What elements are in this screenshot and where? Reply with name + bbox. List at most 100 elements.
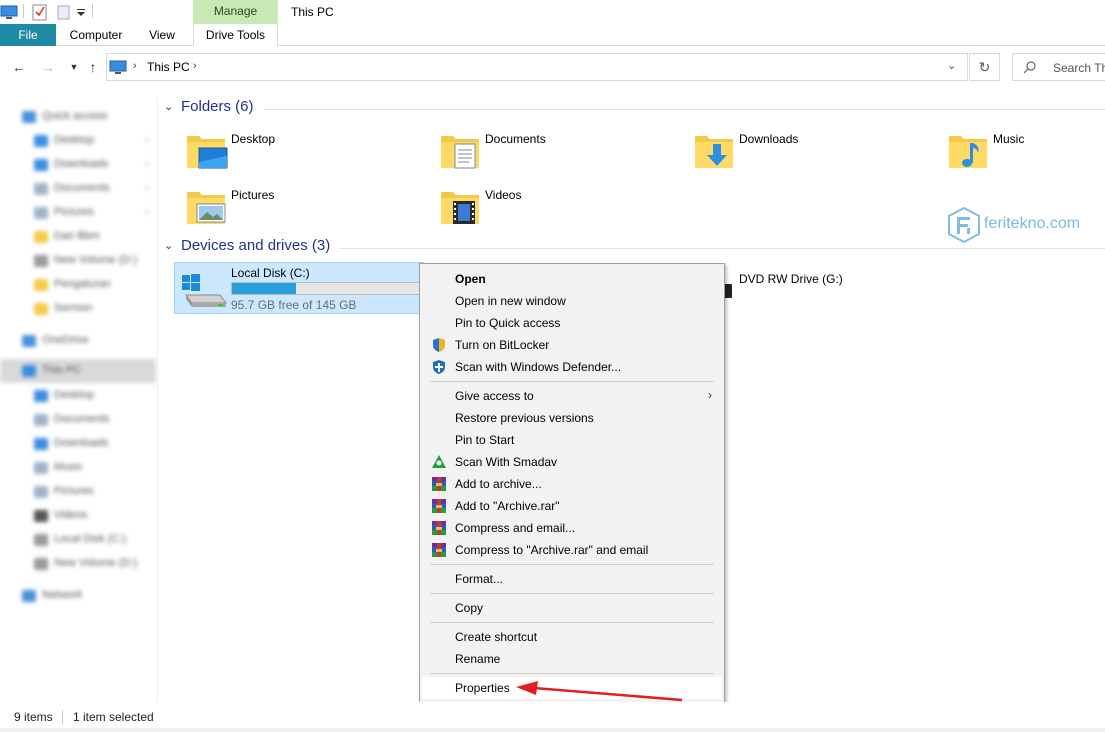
devices-group-title: Devices and drives (3)	[181, 237, 331, 254]
sidebar-item[interactable]: Desktop	[0, 384, 156, 408]
menu-separator	[430, 593, 714, 594]
menu-item-compress-to-archive-rar-and-email[interactable]: Compress to "Archive.rar" and email	[422, 539, 722, 561]
breadcrumb-this-pc[interactable]: This PC	[147, 60, 190, 74]
music-icon	[34, 462, 48, 474]
pin-icon[interactable]: ›	[146, 182, 149, 192]
chevron-down-icon[interactable]: ⌄	[947, 59, 961, 75]
sidebar-item[interactable]: Network	[0, 584, 156, 608]
menu-item-open[interactable]: Open	[422, 268, 722, 290]
menu-separator	[430, 622, 714, 623]
sidebar-item-label: Desktop	[54, 389, 95, 401]
menu-item-pin-to-start[interactable]: Pin to Start	[422, 429, 722, 451]
back-arrow-icon[interactable]: ←	[11, 59, 27, 75]
sidebar-item[interactable]: New Volume (D:)	[0, 552, 156, 576]
drive-free-space: 95.7 GB free of 145 GB	[231, 298, 357, 312]
drive-name[interactable]: DVD RW Drive (G:)	[739, 272, 843, 286]
chevron-down-icon[interactable]: ⌄	[164, 239, 173, 252]
desktop-icon	[34, 135, 48, 147]
pin-icon[interactable]: ›	[146, 134, 149, 144]
folder-music[interactable]: Music	[920, 124, 1105, 176]
winrar-icon	[431, 498, 447, 514]
menu-item-scan-with-windows-defender[interactable]: Scan with Windows Defender...	[422, 356, 722, 378]
folder-videos[interactable]: Videos	[412, 180, 662, 232]
sidebar-item-label: New Volume (D:)	[54, 254, 138, 266]
sidebar-item[interactable]: Sermon	[0, 297, 156, 321]
breadcrumb-chevron-icon[interactable]: ›	[193, 60, 197, 72]
window-bottom-edge	[0, 728, 1105, 732]
recent-locations-icon[interactable]: ▼	[66, 59, 82, 75]
search-input[interactable]: Search Th	[1012, 53, 1105, 81]
menu-item-give-access-to[interactable]: Give access to ›	[422, 385, 722, 407]
tab-computer[interactable]: Computer	[62, 24, 130, 46]
disk-usage-fill	[232, 283, 296, 294]
pc-icon	[22, 365, 36, 377]
sidebar-item[interactable]: Music	[0, 456, 156, 480]
search-placeholder: Search Th	[1053, 61, 1105, 75]
sidebar-item[interactable]: Local Disk (C:)	[0, 528, 156, 552]
menu-item-scan-with-smadav[interactable]: Scan With Smadav	[422, 451, 722, 473]
properties-icon[interactable]	[32, 3, 48, 21]
refresh-icon[interactable]: ↻	[969, 53, 1000, 81]
sidebar-item[interactable]: Documents ›	[0, 177, 156, 201]
chevron-down-icon[interactable]: ⌄	[164, 100, 173, 113]
downloads-folder-icon	[695, 136, 733, 168]
sidebar-item-label: Sermon	[54, 302, 93, 314]
sidebar-item[interactable]: New Volume (D:)	[0, 249, 156, 273]
folder-desktop[interactable]: Desktop	[158, 124, 408, 176]
sidebar-item[interactable]: Desktop ›	[0, 129, 156, 153]
disk-usage-bar	[231, 282, 421, 295]
up-arrow-icon[interactable]: ↑	[85, 59, 101, 75]
drive-local-disk-c[interactable]: Local Disk (C:) 95.7 GB free of 145 GB	[174, 262, 424, 314]
sidebar-item-label: This PC	[42, 364, 82, 376]
menu-item-label: Add to "Archive.rar"	[455, 499, 560, 513]
sidebar-item[interactable]: Pictures ›	[0, 201, 156, 225]
menu-item-add-to-archive[interactable]: Add to archive...	[422, 473, 722, 495]
customize-toolbar-icon[interactable]	[76, 3, 86, 21]
folder-documents[interactable]: Documents	[412, 124, 662, 176]
sidebar-item[interactable]: OneDrive	[0, 329, 156, 353]
documents-icon	[34, 183, 48, 195]
menu-item-rename[interactable]: Rename	[422, 648, 722, 670]
menu-item-restore-previous-versions[interactable]: Restore previous versions	[422, 407, 722, 429]
breadcrumb-chevron-icon[interactable]: ›	[133, 60, 137, 72]
sidebar-item[interactable]: Pengaturan	[0, 273, 156, 297]
sidebar-item-label: Pictures	[54, 206, 94, 218]
tab-file[interactable]: File	[0, 24, 56, 46]
this-pc-icon[interactable]	[0, 3, 18, 21]
sidebar-item-label: Desktop	[54, 134, 95, 146]
sidebar-item-label: Downloads	[54, 437, 109, 449]
menu-separator	[430, 673, 714, 674]
pin-icon[interactable]: ›	[146, 158, 149, 168]
menu-item-pin-to-quick-access[interactable]: Pin to Quick access	[422, 312, 722, 334]
sidebar-item[interactable]: Pictures	[0, 480, 156, 504]
folder-downloads[interactable]: Downloads	[666, 124, 916, 176]
menu-item-copy[interactable]: Copy	[422, 597, 722, 619]
pin-icon[interactable]: ›	[146, 206, 149, 216]
menu-item-format[interactable]: Format...	[422, 568, 722, 590]
menu-item-open-in-new-window[interactable]: Open in new window	[422, 290, 722, 312]
menu-item-create-shortcut[interactable]: Create shortcut	[422, 626, 722, 648]
selection-count: 1 item selected	[73, 710, 154, 724]
sidebar-item[interactable]: Documents	[0, 408, 156, 432]
menu-item-compress-and-email[interactable]: Compress and email...	[422, 517, 722, 539]
sidebar-item-label: Network	[42, 589, 83, 601]
winrar-icon	[431, 542, 447, 558]
smadav-icon	[431, 454, 447, 470]
address-bar[interactable]: › This PC › ⌄	[106, 53, 968, 81]
sidebar-item[interactable]: Videos	[0, 504, 156, 528]
folder-pictures[interactable]: Pictures	[158, 180, 408, 232]
menu-item-add-to-archive-rar[interactable]: Add to "Archive.rar"	[422, 495, 722, 517]
sidebar-item[interactable]: This PC	[0, 359, 156, 383]
new-folder-icon[interactable]	[57, 3, 70, 21]
sidebar-item-label: Music	[54, 461, 83, 473]
forward-arrow-icon[interactable]: →	[40, 59, 56, 75]
menu-item-turn-on-bitlocker[interactable]: Turn on BitLocker	[422, 334, 722, 356]
tab-drive-tools[interactable]: Drive Tools	[193, 24, 278, 46]
tab-view[interactable]: View	[140, 24, 184, 46]
sidebar-item[interactable]: Downloads	[0, 432, 156, 456]
sidebar-item[interactable]: Dari Bbm	[0, 225, 156, 249]
sidebar-item[interactable]: Quick access	[0, 105, 156, 129]
desktop-folder-icon	[187, 136, 228, 169]
pictures-icon	[34, 207, 48, 219]
sidebar-item[interactable]: Downloads ›	[0, 153, 156, 177]
